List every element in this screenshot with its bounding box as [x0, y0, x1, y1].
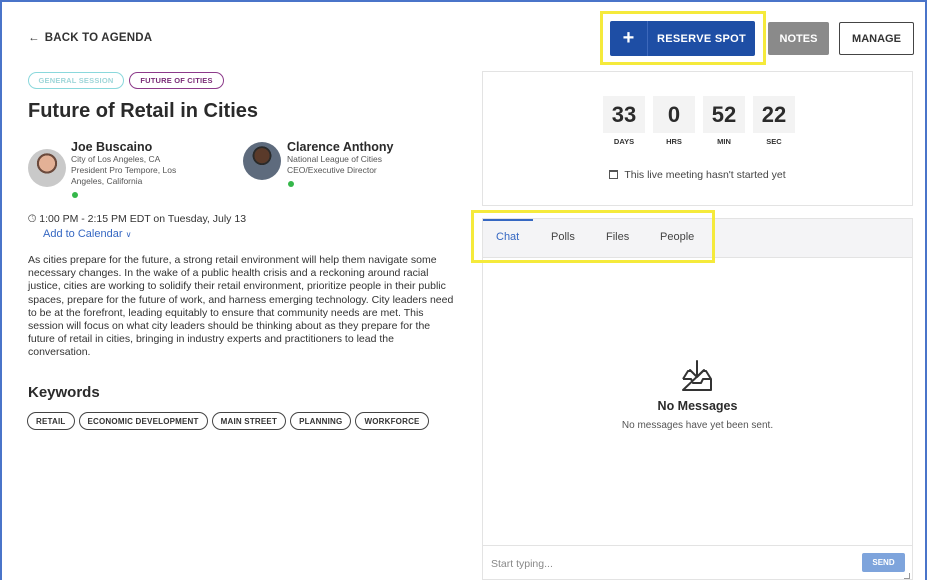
countdown-seconds: 22: [753, 96, 795, 133]
speaker-role: CEO/Executive Director: [287, 165, 377, 175]
countdown-hours-label: HRS: [666, 137, 682, 146]
tag-future-of-cities[interactable]: FUTURE OF CITIES: [129, 72, 224, 89]
session-time: 🕓︎ 1:00 PM - 2:15 PM EDT on Tuesday, Jul…: [28, 213, 246, 226]
online-status-dot: [288, 181, 294, 187]
chat-composer: SEND: [483, 545, 912, 580]
keyword-retail[interactable]: RETAIL: [27, 412, 75, 430]
countdown-hours: 0: [653, 96, 695, 133]
keywords-heading: Keywords: [28, 384, 100, 401]
chevron-down-icon: ∨: [125, 230, 132, 239]
add-to-calendar-link[interactable]: Add to Calendar ∨: [43, 228, 131, 240]
speaker-org: National League of Cities: [287, 154, 382, 164]
highlight-tabs: [471, 210, 715, 263]
session-description: As cities prepare for the future, a stro…: [28, 254, 454, 359]
keywords-list: RETAIL ECONOMIC DEVELOPMENT MAIN STREET …: [27, 412, 429, 430]
avatar-clarence-anthony[interactable]: [243, 142, 281, 180]
countdown-minutes-label: MIN: [717, 137, 731, 146]
keyword-main-street[interactable]: MAIN STREET: [211, 412, 287, 430]
avatar-joe-buscaino[interactable]: [28, 149, 66, 187]
online-status-dot: [72, 192, 78, 198]
empty-state-subtitle: No messages have yet been sent.: [621, 420, 774, 431]
resize-handle[interactable]: [904, 573, 910, 579]
speaker-name[interactable]: Clarence Anthony: [287, 140, 394, 154]
empty-state-title: No Messages: [657, 399, 738, 413]
arrow-left-icon: ←: [28, 32, 40, 44]
chat-message-input[interactable]: [491, 554, 851, 574]
speaker-name[interactable]: Joe Buscaino: [71, 140, 152, 154]
meeting-status-text: This live meeting hasn't started yet: [624, 169, 786, 181]
back-to-agenda-link[interactable]: ← BACK TO AGENDA: [28, 32, 152, 44]
speaker-org: City of Los Angeles, CA: [71, 154, 161, 164]
countdown-seconds-label: SEC: [766, 137, 782, 146]
session-title: Future of Retail in Cities: [28, 100, 259, 122]
keyword-economic-development[interactable]: ECONOMIC DEVELOPMENT: [78, 412, 208, 430]
session-time-text: 1:00 PM - 2:15 PM EDT on Tuesday, July 1…: [39, 213, 247, 225]
meeting-status: This live meeting hasn't started yet: [483, 169, 912, 181]
tag-general-session[interactable]: GENERAL SESSION: [28, 72, 124, 89]
reserve-label: RESERVE SPOT: [657, 32, 746, 45]
countdown-panel: 33 DAYS 0 HRS 52 MIN 22 SEC This live me…: [482, 71, 913, 206]
speaker-role: President Pro Tempore, Los: [71, 165, 177, 175]
countdown-minutes: 52: [703, 96, 745, 133]
plus-icon: +: [610, 21, 648, 56]
back-label: BACK TO AGENDA: [44, 32, 153, 44]
reserve-spot-button[interactable]: + RESERVE SPOT: [610, 21, 755, 56]
inbox-download-icon: [682, 360, 712, 391]
notes-button[interactable]: NOTES: [768, 22, 829, 55]
chat-panel: Chat Polls Files People No Messages No m…: [482, 218, 913, 580]
speaker-location: Angeles, California: [71, 176, 143, 186]
calendar-icon: [609, 170, 619, 179]
keyword-planning[interactable]: PLANNING: [290, 412, 352, 430]
send-button[interactable]: SEND: [862, 553, 905, 572]
keyword-workforce[interactable]: WORKFORCE: [355, 412, 429, 430]
countdown-days: 33: [603, 96, 645, 133]
countdown-days-label: DAYS: [613, 137, 635, 146]
add-to-calendar-label: Add to Calendar: [43, 228, 123, 240]
clock-icon: 🕓︎: [28, 213, 37, 225]
manage-button[interactable]: MANAGE: [839, 22, 914, 55]
